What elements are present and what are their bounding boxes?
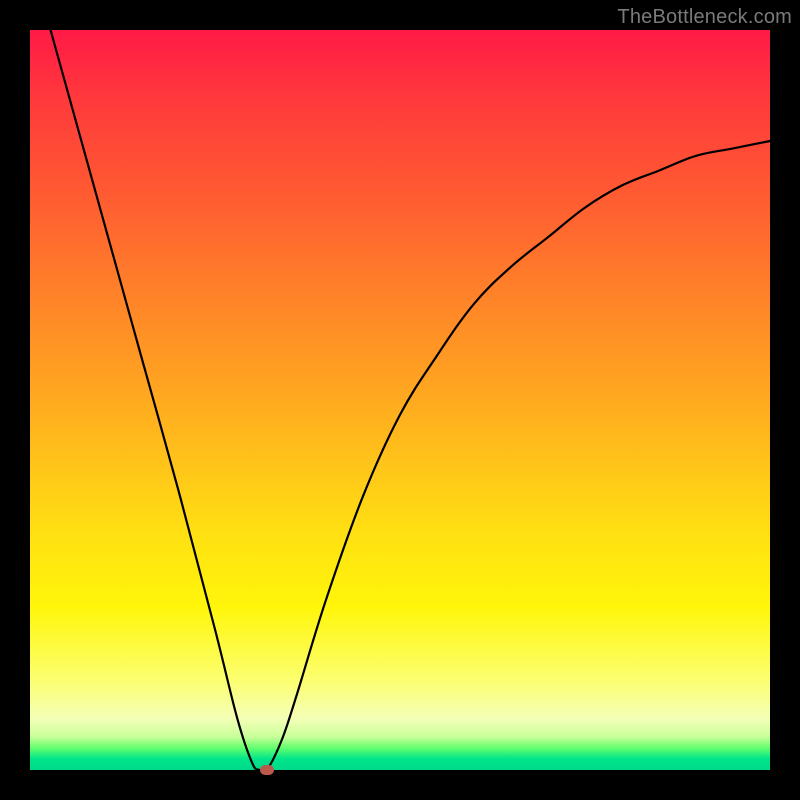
chart-frame: TheBottleneck.com [0,0,800,800]
plot-area [30,30,770,770]
bottleneck-curve [30,30,770,770]
optimal-point-marker [260,765,274,775]
watermark-text: TheBottleneck.com [617,6,792,29]
